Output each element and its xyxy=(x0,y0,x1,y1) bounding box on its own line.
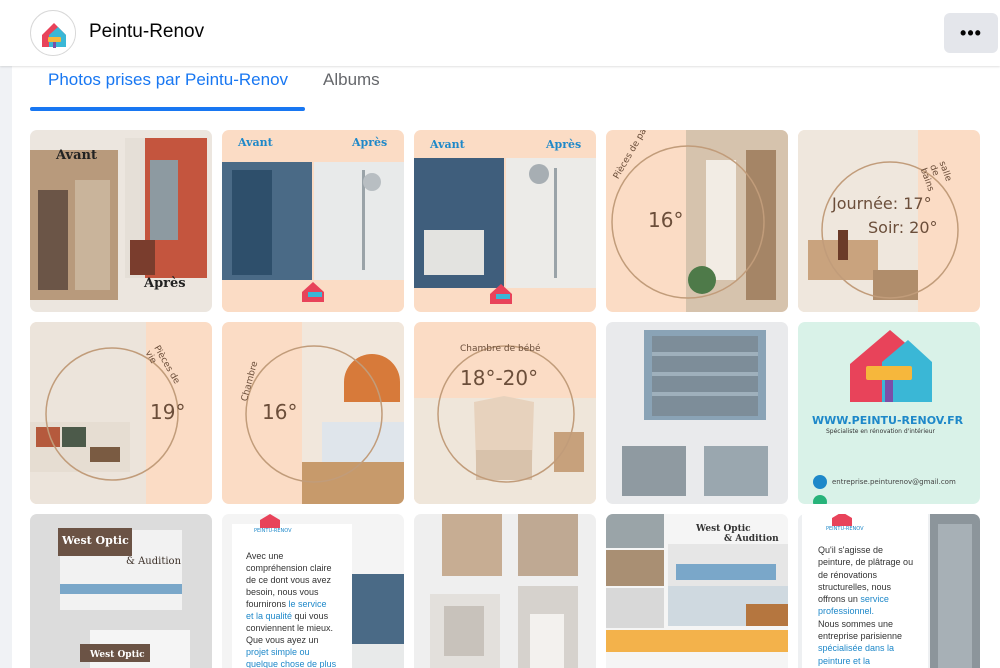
temperature-label: 18°-20° xyxy=(460,366,539,390)
email-text: entreprise.peinturenov@gmail.com xyxy=(832,478,956,486)
room-type-label: Chambre de bébé xyxy=(460,344,541,354)
photo-thumbnail[interactable]: Pièces de passage 16° xyxy=(606,130,788,312)
page-avatar[interactable] xyxy=(30,10,76,56)
after-label: Après xyxy=(144,276,186,291)
shower-before-after-image xyxy=(414,130,596,312)
after-label: Après xyxy=(546,138,582,151)
before-label: Avant xyxy=(56,148,97,163)
active-tab-indicator xyxy=(30,107,305,111)
website-text: WWW.PEINTU-RENOV.FR xyxy=(812,414,964,427)
service-description: Qu'il s'agisse de peinture, de plâtrage … xyxy=(818,545,914,666)
bedroom-temperature-image xyxy=(222,322,404,504)
photo-thumbnail[interactable]: WWW.PEINTU-RENOV.FR Spécialiste en rénov… xyxy=(798,322,980,504)
service-description: Avec une compréhension claire de ce dont… xyxy=(246,551,337,668)
photo-thumbnail[interactable]: salle de bains Journée: 17° Soir: 20° xyxy=(798,130,980,312)
brand-text: PEINTU-RENOV xyxy=(826,526,864,532)
building-facade-scaffolding-image xyxy=(606,322,788,504)
shop-sign-text: West Optic xyxy=(696,524,751,534)
temperature-label: 16° xyxy=(262,400,298,424)
tagline-text: Spécialiste en rénovation d'intérieur xyxy=(826,428,935,435)
ellipsis-icon: ••• xyxy=(960,23,982,43)
photo-thumbnail[interactable]: Chambre 16° xyxy=(222,322,404,504)
photo-thumbnail[interactable]: West Optic & Audition xyxy=(606,514,788,668)
photo-thumbnail[interactable]: PEINTU-RENOV Qu'il s'agisse de peinture,… xyxy=(798,514,980,668)
shop-sign-text: & Audition xyxy=(724,534,779,544)
shop-sign-text: & Audition xyxy=(126,556,182,567)
after-label: Après xyxy=(352,136,388,149)
empty-room-collage-image xyxy=(414,514,596,668)
night-temperature-label: Soir: 20° xyxy=(868,218,938,237)
photo-thumbnail[interactable]: West Optic & Audition West Optic xyxy=(30,514,212,668)
more-options-button[interactable]: ••• xyxy=(944,13,998,53)
bathroom-before-after-image xyxy=(222,130,404,312)
before-label: Avant xyxy=(238,136,273,149)
photo-thumbnail[interactable] xyxy=(606,322,788,504)
photo-thumbnail[interactable]: Chambre de bébé 18°-20° xyxy=(414,322,596,504)
photo-thumbnail[interactable]: Avant Après xyxy=(222,130,404,312)
brand-text: PEINTU-RENOV xyxy=(254,528,292,534)
page-name[interactable]: Peintu-Renov xyxy=(89,21,204,43)
photo-thumbnail[interactable]: PEINTU-RENOV Avec une compréhension clai… xyxy=(222,514,404,668)
tab-albums[interactable]: Albums xyxy=(323,70,380,90)
logo-house-icon xyxy=(32,12,75,55)
shop-sign-text: West Optic xyxy=(90,650,145,660)
photo-thumbnail[interactable]: Avant Après xyxy=(414,130,596,312)
company-card-image xyxy=(798,322,980,504)
page-header: Peintu-Renov ••• xyxy=(0,0,1000,66)
temperature-label: 16° xyxy=(648,208,684,232)
photo-thumbnail[interactable]: Avant Après xyxy=(30,130,212,312)
shop-sign-text: West Optic xyxy=(62,534,129,547)
tab-photos[interactable]: Photos prises par Peintu-Renov xyxy=(48,70,288,90)
before-label: Avant xyxy=(430,138,465,151)
photo-thumbnail[interactable] xyxy=(414,514,596,668)
temperature-label: 19° xyxy=(150,400,186,424)
photo-thumbnail[interactable]: Pièces de vie 19° xyxy=(30,322,212,504)
day-temperature-label: Journée: 17° xyxy=(832,194,932,213)
